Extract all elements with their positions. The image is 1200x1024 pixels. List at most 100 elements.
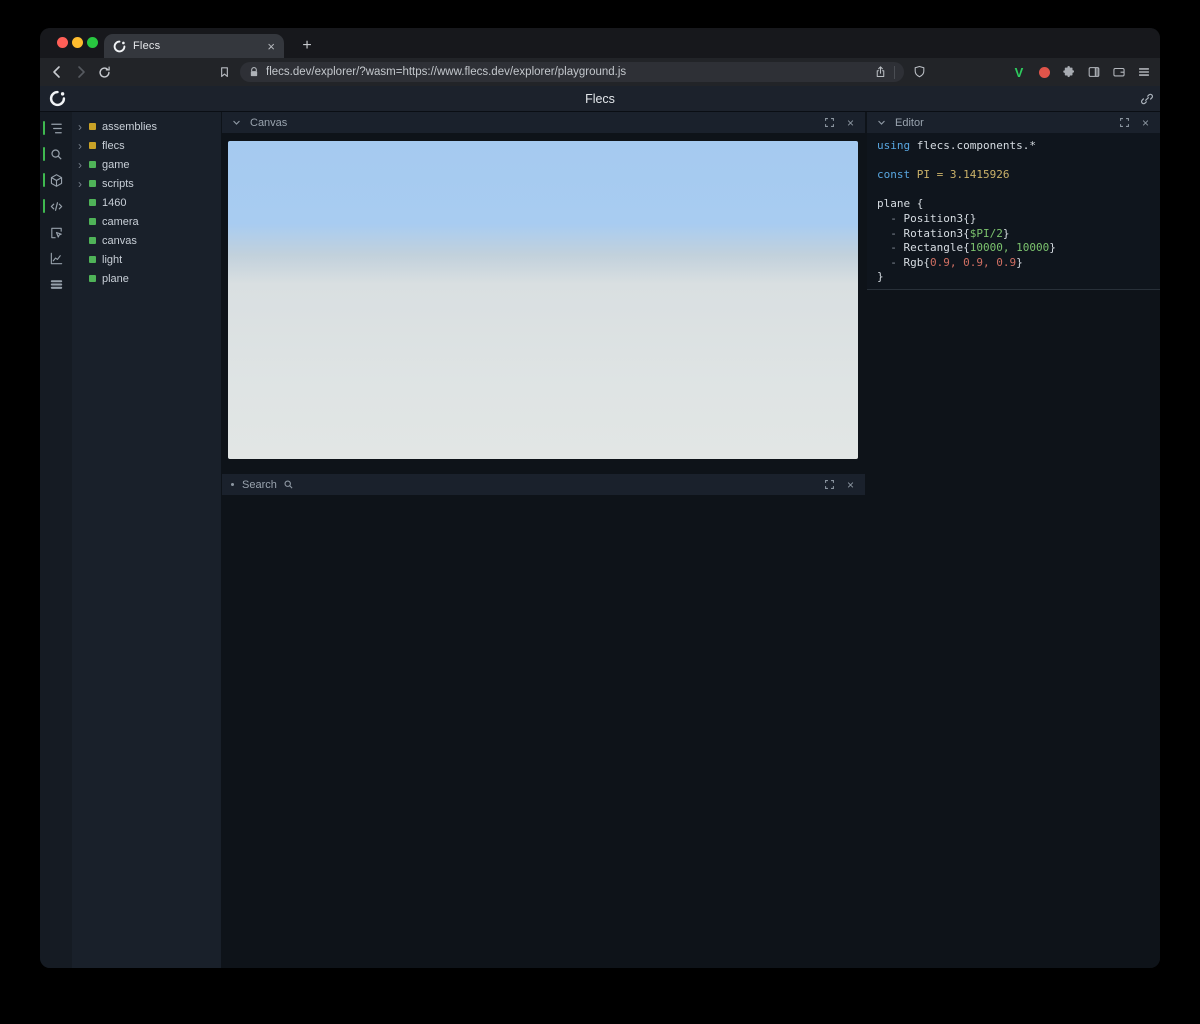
entity-kind-swatch xyxy=(89,237,96,244)
fullscreen-icon[interactable] xyxy=(822,115,837,130)
entity-label: game xyxy=(102,158,130,171)
tab-strip: Flecs × + xyxy=(40,28,1160,58)
entity-kind-swatch xyxy=(89,142,96,149)
share-link-icon[interactable] xyxy=(1140,92,1154,106)
search-icon xyxy=(49,147,64,162)
url-text: flecs.dev/explorer/?wasm=https://www.fle… xyxy=(266,66,627,78)
rail-search-button[interactable] xyxy=(40,141,72,167)
entity-label: camera xyxy=(102,215,139,228)
editor-panel-title: Editor xyxy=(895,116,924,129)
close-panel-icon[interactable]: × xyxy=(1138,115,1153,130)
extensions-puzzle-icon[interactable] xyxy=(1061,64,1077,80)
tree-item-flecs[interactable]: › flecs xyxy=(72,136,221,155)
tree-item-camera[interactable]: ›camera xyxy=(72,212,221,231)
chevron-down-icon[interactable] xyxy=(229,115,244,130)
entity-label: 1460 xyxy=(102,196,127,209)
page-title: Flecs xyxy=(585,92,615,106)
rail-chart-button[interactable] xyxy=(40,245,72,271)
scene-3d-canvas[interactable] xyxy=(228,141,858,459)
entity-label: assemblies xyxy=(102,120,158,133)
brave-shield-icon[interactable] xyxy=(913,64,926,79)
entity-tree: › assemblies › flecs › game › scripts ›1460›came… xyxy=(72,112,221,968)
expand-chevron-icon[interactable]: › xyxy=(78,178,89,190)
entity-kind-swatch xyxy=(89,180,96,187)
entity-kind-swatch xyxy=(89,218,96,225)
rail-tree-button[interactable] xyxy=(40,115,72,141)
traffic-lights xyxy=(57,37,98,48)
expand-chevron-icon[interactable]: › xyxy=(78,159,89,171)
tree-item-plane[interactable]: ›plane xyxy=(72,269,221,288)
menu-icon[interactable] xyxy=(1136,64,1152,80)
tab-title: Flecs xyxy=(133,40,161,52)
tree-item-assemblies[interactable]: › assemblies xyxy=(72,117,221,136)
tree-item-game[interactable]: › game xyxy=(72,155,221,174)
entity-label: flecs xyxy=(102,139,125,152)
reload-button[interactable] xyxy=(95,63,113,81)
zoom-window-button[interactable] xyxy=(87,37,98,48)
fullscreen-icon[interactable] xyxy=(822,477,837,492)
code-line: - Rotation3{$PI/2} xyxy=(877,226,1010,240)
minimize-window-button[interactable] xyxy=(72,37,83,48)
wallet-icon[interactable] xyxy=(1111,64,1127,80)
chevron-down-icon[interactable] xyxy=(874,115,889,130)
rail-stats-button[interactable] xyxy=(40,271,72,297)
code-line: - Position3{} xyxy=(877,211,977,225)
canvas-panel-header: Canvas × xyxy=(222,112,865,133)
sidebar-toggle-icon[interactable] xyxy=(1086,64,1102,80)
app-header: Flecs xyxy=(40,86,1160,112)
entity-kind-swatch xyxy=(89,275,96,282)
close-window-button[interactable] xyxy=(57,37,68,48)
browser-tab[interactable]: Flecs × xyxy=(104,34,284,58)
close-panel-icon[interactable]: × xyxy=(843,115,858,130)
inspect-icon xyxy=(49,225,64,240)
search-magnifier-icon[interactable] xyxy=(283,479,294,490)
rail-inspect-button[interactable] xyxy=(40,219,72,245)
tree-item-scripts[interactable]: › scripts xyxy=(72,174,221,193)
address-bar[interactable]: flecs.dev/explorer/?wasm=https://www.fle… xyxy=(240,62,904,82)
search-panel-title[interactable]: Search xyxy=(242,479,277,491)
favicon-flecs-icon xyxy=(113,40,126,53)
code-line: - Rgb{0.9, 0.9, 0.9} xyxy=(877,255,1023,269)
share-icon[interactable] xyxy=(874,65,887,79)
bullet-icon xyxy=(231,483,234,486)
editor-panel: Editor × using flecs.components.* const P… xyxy=(867,112,1160,290)
new-tab-button[interactable]: + xyxy=(295,34,319,58)
entity-label: plane xyxy=(102,272,129,285)
tree-item-light[interactable]: ›light xyxy=(72,250,221,269)
expand-chevron-icon[interactable]: › xyxy=(78,121,89,133)
editor-panel-header: Editor × xyxy=(867,112,1160,133)
icon-rail xyxy=(40,112,72,968)
url-separator xyxy=(894,65,895,79)
navigation-bar: flecs.dev/explorer/?wasm=https://www.fle… xyxy=(40,58,1160,86)
tree-item-1460[interactable]: ›1460 xyxy=(72,193,221,212)
rail-cube-button[interactable] xyxy=(40,167,72,193)
expand-chevron-icon[interactable]: › xyxy=(78,140,89,152)
code-line: const PI = 3.1415926 xyxy=(877,168,1010,182)
code-line: - Rectangle{10000, 10000} xyxy=(877,241,1056,255)
lock-icon xyxy=(249,66,259,78)
tab-close-icon[interactable]: × xyxy=(267,40,275,53)
tree-icon xyxy=(49,121,64,136)
canvas-panel-title: Canvas xyxy=(250,116,288,129)
stats-icon xyxy=(49,277,64,292)
close-panel-icon[interactable]: × xyxy=(843,477,858,492)
code-line: plane { xyxy=(877,197,924,211)
bookmark-icon[interactable] xyxy=(215,63,233,81)
extension-v-icon[interactable]: V xyxy=(1011,64,1027,80)
extension-record-icon[interactable] xyxy=(1036,64,1052,80)
screenshot-stage: Flecs × + flecs.dev/explorer/?wasm=https… xyxy=(0,0,1200,1024)
forward-button[interactable] xyxy=(72,63,90,81)
entity-label: canvas xyxy=(102,234,137,247)
editor-code[interactable]: using flecs.components.* const PI = 3.141… xyxy=(867,133,1160,285)
back-button[interactable] xyxy=(48,63,66,81)
canvas-panel: Canvas × xyxy=(222,112,865,459)
fullscreen-icon[interactable] xyxy=(1117,115,1132,130)
browser-window: Flecs × + flecs.dev/explorer/?wasm=https… xyxy=(40,28,1160,968)
code-line: using flecs.components.* xyxy=(877,139,1036,152)
tree-item-canvas[interactable]: ›canvas xyxy=(72,231,221,250)
rail-code-button[interactable] xyxy=(40,193,72,219)
cube-icon xyxy=(49,173,64,188)
code-line: } xyxy=(877,270,884,284)
